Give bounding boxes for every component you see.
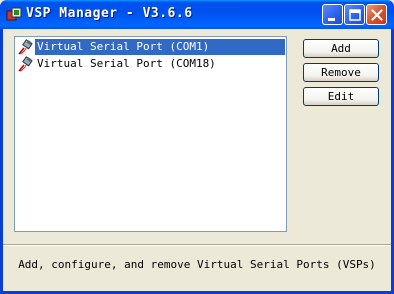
edit-button[interactable]: Edit: [303, 87, 379, 106]
minimize-button[interactable]: [322, 4, 343, 25]
remove-button[interactable]: Remove: [303, 63, 379, 82]
status-text: Add, configure, and remove Virtual Seria…: [18, 258, 376, 271]
port-list[interactable]: Virtual Serial Port (COM1) Virtual Seria…: [14, 36, 287, 232]
serial-plug-icon: [17, 56, 33, 72]
maximize-icon: [349, 9, 361, 21]
minimize-icon: [328, 18, 335, 21]
divider: [3, 244, 391, 246]
window-title: VSP Manager - V3.6.6: [26, 6, 193, 21]
port-label: Virtual Serial Port (COM18): [37, 57, 216, 70]
close-button[interactable]: [366, 4, 387, 25]
app-window: VSP Manager - V3.6.6 Virtual Serial Port…: [0, 0, 394, 294]
dialog-client-area: Virtual Serial Port (COM1) Virtual Seria…: [3, 29, 391, 291]
app-icon: [6, 7, 22, 23]
serial-plug-icon: [17, 39, 33, 55]
close-icon: [371, 9, 383, 21]
add-button[interactable]: Add: [303, 39, 379, 58]
title-bar[interactable]: VSP Manager - V3.6.6: [0, 0, 394, 29]
port-label: Virtual Serial Port (COM1): [35, 39, 285, 55]
maximize-button[interactable]: [344, 4, 365, 25]
